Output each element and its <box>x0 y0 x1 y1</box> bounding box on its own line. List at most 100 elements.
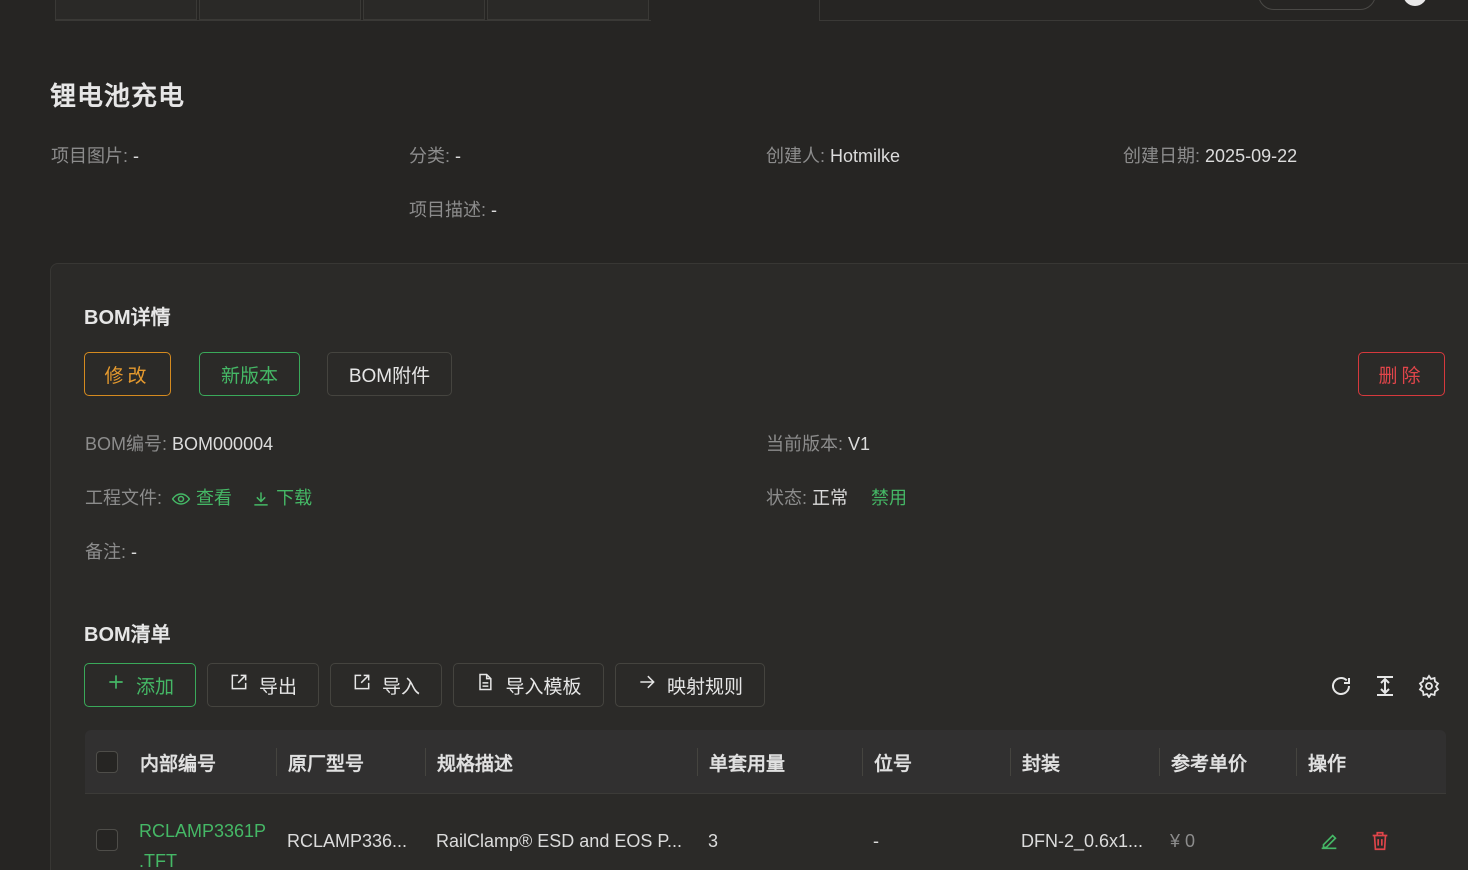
page: 锂电池充电 项目图片: - 分类: - 创建人: Hotmilke 创建日期: … <box>0 0 1468 870</box>
field-label: 备注: <box>85 542 127 562</box>
column-divider <box>425 748 426 776</box>
import-template-button[interactable]: 导入模板 <box>453 663 604 707</box>
top-tab[interactable] <box>55 0 197 20</box>
edit-button-label: 修改 <box>104 365 151 387</box>
delete-trash-icon[interactable] <box>1366 827 1394 855</box>
bom-number-value: BOM000004 <box>172 434 274 454</box>
bom-card: BOM详情 修改 新版本 BOM附件 删除 BOM编号: BOM000004 当… <box>50 263 1468 870</box>
column-divider <box>1296 748 1297 776</box>
current-version-field: 当前版本: V1 <box>766 430 870 456</box>
status-field: 状态: 正常 禁用 <box>766 484 907 510</box>
eye-icon <box>171 489 191 509</box>
mapping-rules-button-label: 映射规则 <box>666 676 743 698</box>
status-value: 正常 <box>812 488 849 508</box>
add-button-label: 添加 <box>135 676 174 698</box>
category-field: 分类: - <box>409 142 461 168</box>
export-button-label: 导出 <box>258 676 297 698</box>
created-date-field: 创建日期: 2025-09-22 <box>1123 142 1297 168</box>
column-divider <box>697 748 698 776</box>
download-link[interactable]: 下载 <box>251 488 312 508</box>
column-header[interactable]: 原厂型号 <box>288 730 364 794</box>
field-label: BOM编号: <box>85 434 168 454</box>
column-divider <box>1159 748 1160 776</box>
field-label: 创建日期: <box>1123 146 1201 166</box>
field-value: - <box>491 200 498 220</box>
edit-pencil-icon[interactable] <box>1315 827 1343 855</box>
column-divider <box>862 748 863 776</box>
column-header[interactable]: 位号 <box>874 730 912 794</box>
file-icon <box>475 672 495 698</box>
column-header: 操作 <box>1308 753 1347 775</box>
internal-number-line: .TFT <box>139 851 177 870</box>
mapping-rules-button[interactable]: 映射规则 <box>615 663 765 707</box>
engineering-file-field: 工程文件: 查看 下载 <box>85 484 312 510</box>
column-height-icon[interactable] <box>1371 672 1399 700</box>
column-header[interactable]: 参考单价 <box>1171 730 1247 794</box>
project-title: 锂电池充电 <box>50 81 186 111</box>
project-image-field: 项目图片: - <box>51 142 139 168</box>
import-icon <box>352 672 372 698</box>
refresh-icon[interactable] <box>1327 672 1355 700</box>
price-cell: ¥ 0 <box>1170 831 1196 851</box>
remark-value: - <box>131 542 138 562</box>
designator-cell: - <box>873 831 879 851</box>
creator-field: 创建人: Hotmilke <box>766 142 900 168</box>
settings-gear-icon[interactable] <box>1415 672 1443 700</box>
internal-number-line: RCLAMP3361P <box>139 821 267 841</box>
download-link-label: 下载 <box>276 488 313 508</box>
top-tab[interactable] <box>487 0 649 20</box>
edit-button[interactable]: 修改 <box>84 352 171 396</box>
select-all-checkbox[interactable] <box>96 751 118 773</box>
field-label: 状态: <box>766 488 808 508</box>
export-icon <box>229 672 249 698</box>
manufacturer-part-cell: RCLAMP336... <box>287 831 408 851</box>
field-label: 分类: <box>409 146 451 166</box>
project-description-field: 项目描述: - <box>409 196 497 222</box>
field-value: 2025-09-22 <box>1205 146 1298 166</box>
field-value: - <box>455 146 462 166</box>
delete-button[interactable]: 删除 <box>1358 352 1445 396</box>
column-header[interactable]: 内部编号 <box>140 730 216 794</box>
column-header[interactable]: 单套用量 <box>709 730 785 794</box>
field-label: 项目描述: <box>409 200 487 220</box>
current-version-value: V1 <box>848 434 871 454</box>
package-cell: DFN-2_0.6x1... <box>1021 831 1144 851</box>
download-icon <box>251 489 271 509</box>
plus-icon <box>106 672 126 698</box>
bom-attachments-button[interactable]: BOM附件 <box>327 352 452 396</box>
export-button[interactable]: 导出 <box>207 663 319 707</box>
remark-field: 备注: - <box>85 538 137 564</box>
column-header[interactable]: 封装 <box>1022 730 1060 794</box>
top-pill-button[interactable] <box>1258 0 1376 10</box>
column-divider <box>276 748 277 776</box>
top-tab[interactable] <box>199 0 361 20</box>
bom-list-title: BOM清单 <box>84 624 171 646</box>
row-checkbox[interactable] <box>96 829 118 851</box>
field-label: 项目图片: <box>51 146 129 166</box>
field-label: 创建人: <box>766 146 826 166</box>
column-divider <box>1010 748 1011 776</box>
new-version-button[interactable]: 新版本 <box>199 352 300 396</box>
quantity-cell: 3 <box>708 831 719 851</box>
field-value: - <box>133 146 140 166</box>
import-template-button-label: 导入模板 <box>505 676 582 698</box>
view-link-label: 查看 <box>196 488 233 508</box>
arrow-right-icon <box>637 672 657 698</box>
table-header: 内部编号 原厂型号 规格描述 单套用量 位号 封装 参考单价 操作 <box>85 730 1446 794</box>
top-toolbar-strip <box>50 0 1468 21</box>
view-link[interactable]: 查看 <box>171 488 237 508</box>
add-button[interactable]: 添加 <box>84 663 196 707</box>
bom-details-title: BOM详情 <box>84 307 171 329</box>
field-label: 当前版本: <box>766 434 844 454</box>
disable-link[interactable]: 禁用 <box>871 488 907 508</box>
bom-attachments-button-label: BOM附件 <box>348 365 431 387</box>
field-value: Hotmilke <box>830 146 901 166</box>
internal-number-link[interactable]: RCLAMP3361P .TFT <box>139 816 266 870</box>
spec-cell: RailClamp® ESD and EOS P... <box>436 831 683 851</box>
column-header[interactable]: 规格描述 <box>437 730 513 794</box>
field-label: 工程文件: <box>85 488 163 508</box>
import-button[interactable]: 导入 <box>330 663 442 707</box>
top-tab[interactable] <box>363 0 485 20</box>
import-button-label: 导入 <box>381 676 420 698</box>
top-tabs <box>55 0 651 21</box>
